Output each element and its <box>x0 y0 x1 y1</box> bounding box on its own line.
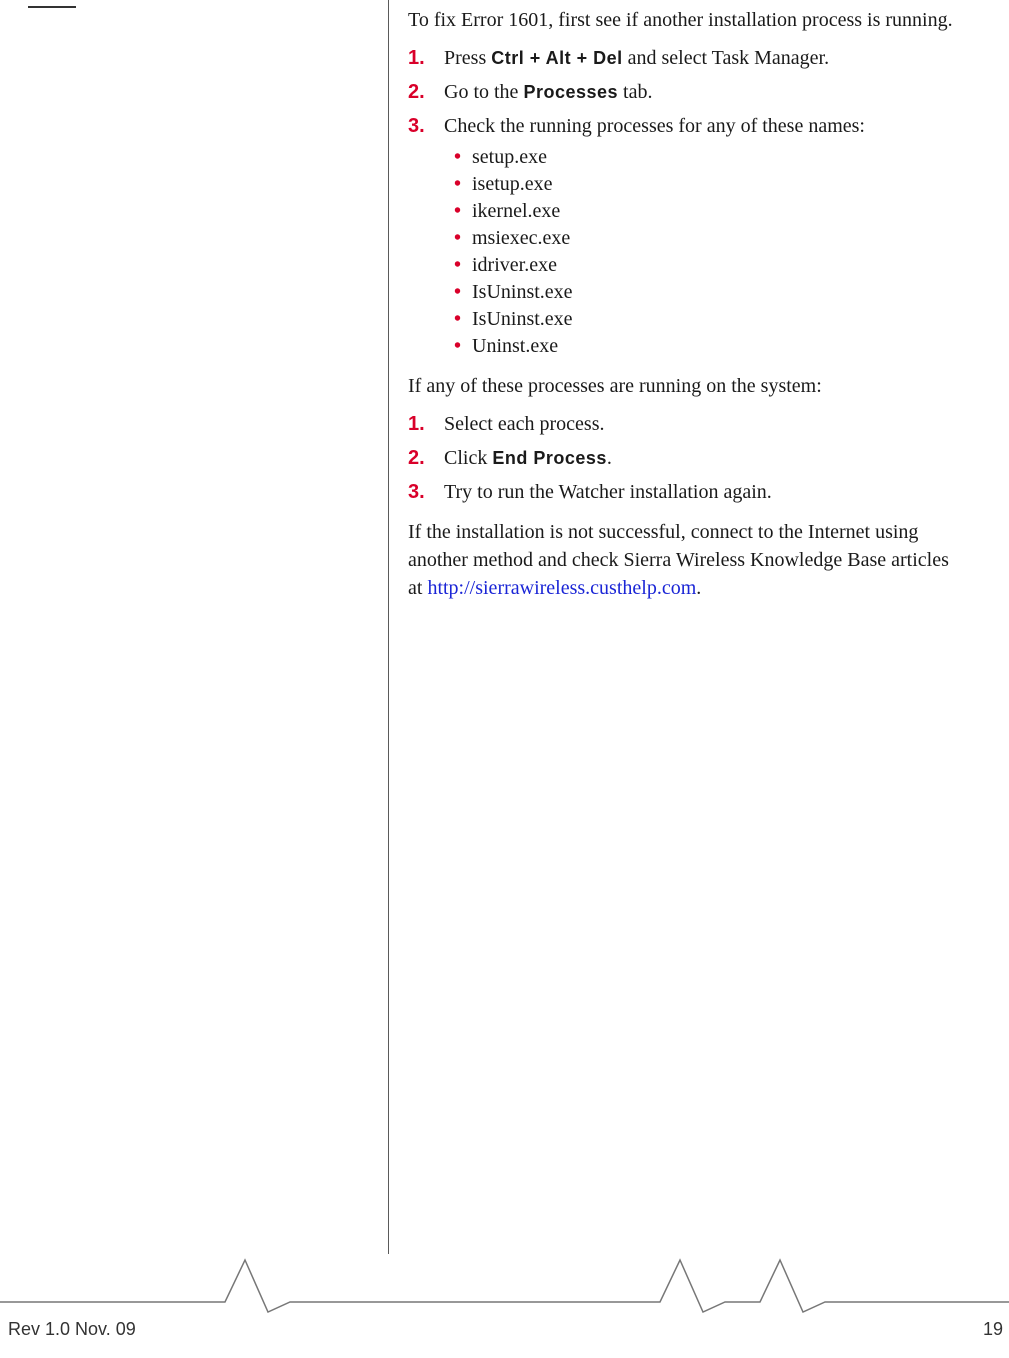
kb-link[interactable]: http://sierrawireless.custhelp.com <box>427 577 696 599</box>
margin-vertical-rule <box>388 0 389 1254</box>
step-body: Click End Process. <box>444 444 968 472</box>
step-item: 1.Select each process. <box>408 410 968 438</box>
process-name-item: ikernel.exe <box>450 198 968 225</box>
step-pre-text: Try to run the Watcher installation agai… <box>444 481 772 503</box>
step-body: Press Ctrl + Alt + Del and select Task M… <box>444 44 968 72</box>
step-post-text: . <box>607 447 612 469</box>
step-pre-text: Press <box>444 47 491 69</box>
body-text: To fix Error 1601, first see if another … <box>408 6 968 612</box>
footer-revision: Rev 1.0 Nov. 09 <box>8 1319 136 1340</box>
keyboard-command: Ctrl + Alt + Del <box>491 48 622 68</box>
step-number: 2. <box>408 444 444 472</box>
footer-page-number: 19 <box>983 1319 1003 1340</box>
step-body: Go to the Processes tab. <box>444 78 968 106</box>
step-number: 3. <box>408 112 444 360</box>
step-item: 1.Press Ctrl + Alt + Del and select Task… <box>408 44 968 72</box>
steps-list-2: 1.Select each process.2.Click End Proces… <box>408 410 968 506</box>
step-item: 3.Check the running processes for any of… <box>408 112 968 360</box>
step-body: Check the running processes for any of t… <box>444 112 968 360</box>
footer-wave-decoration <box>0 1250 1009 1320</box>
process-name-item: msiexec.exe <box>450 225 968 252</box>
keyboard-command: End Process <box>492 448 607 468</box>
process-name-item: IsUninst.exe <box>450 279 968 306</box>
process-name-item: setup.exe <box>450 144 968 171</box>
process-name-item: Uninst.exe <box>450 333 968 360</box>
steps-list-1: 1.Press Ctrl + Alt + Del and select Task… <box>408 44 968 360</box>
step-item: 2.Click End Process. <box>408 444 968 472</box>
step-number: 2. <box>408 78 444 106</box>
top-divider <box>28 6 76 8</box>
step-body: Select each process. <box>444 410 968 438</box>
step-number: 1. <box>408 44 444 72</box>
step-pre-text: Go to the <box>444 81 523 103</box>
process-name-item: isetup.exe <box>450 171 968 198</box>
intro-paragraph: To fix Error 1601, first see if another … <box>408 6 968 34</box>
step-pre-text: Click <box>444 447 492 469</box>
step-number: 1. <box>408 410 444 438</box>
keyboard-command: Processes <box>523 82 618 102</box>
mid-paragraph: If any of these processes are running on… <box>408 372 968 400</box>
step-item: 3.Try to run the Watcher installation ag… <box>408 478 968 506</box>
process-name-list: setup.exeisetup.exeikernel.exemsiexec.ex… <box>450 144 968 360</box>
outro-paragraph: If the installation is not successful, c… <box>408 518 968 602</box>
step-post-text: tab. <box>618 81 652 103</box>
step-number: 3. <box>408 478 444 506</box>
outro-post: . <box>696 577 701 599</box>
step-pre-text: Select each process. <box>444 413 604 435</box>
step-pre-text: Check the running processes for any of t… <box>444 115 865 137</box>
step-item: 2.Go to the Processes tab. <box>408 78 968 106</box>
step-post-text: and select Task Manager. <box>623 47 830 69</box>
process-name-item: idriver.exe <box>450 252 968 279</box>
step-body: Try to run the Watcher installation agai… <box>444 478 968 506</box>
process-name-item: IsUninst.exe <box>450 306 968 333</box>
